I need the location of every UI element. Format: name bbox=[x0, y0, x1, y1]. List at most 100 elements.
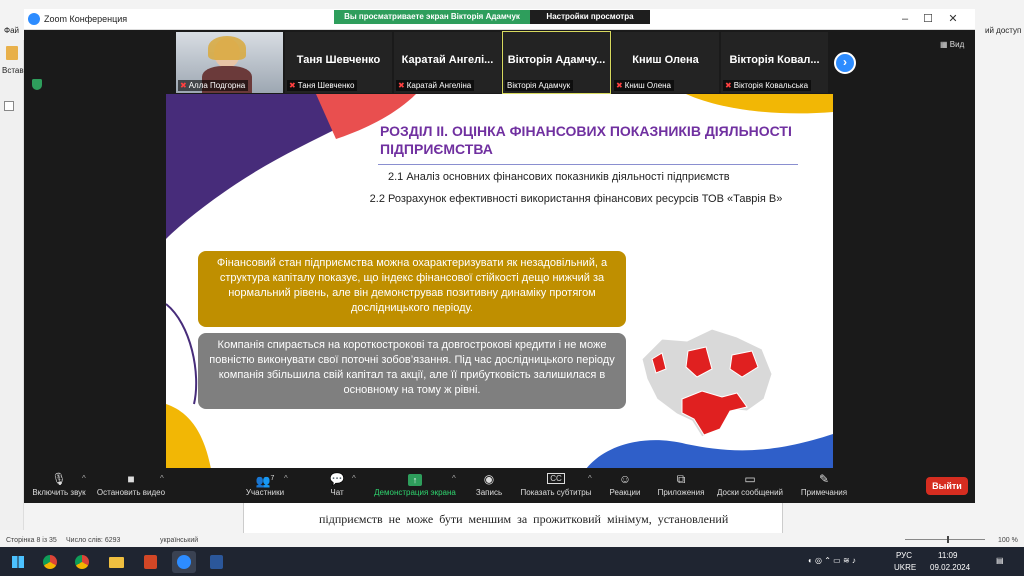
zoom-level[interactable]: 100 % bbox=[998, 537, 1018, 544]
participant-display-name: Таня Шевченко bbox=[296, 54, 381, 66]
audio-options-chevron-icon[interactable]: ^ bbox=[82, 474, 86, 483]
notifications-icon[interactable]: ▤ bbox=[996, 556, 1004, 565]
word-count[interactable]: Число слів: 6293 bbox=[66, 537, 120, 544]
share-chevron-icon[interactable]: ^ bbox=[452, 474, 456, 483]
apps-button[interactable]: ⧉ Приложения bbox=[654, 468, 708, 503]
zoom-slider[interactable] bbox=[905, 536, 985, 543]
language-status[interactable]: український bbox=[160, 537, 198, 544]
zoom-taskbar-icon[interactable] bbox=[172, 551, 196, 573]
mic-muted-icon: ✖ bbox=[725, 81, 732, 90]
powerpoint-icon[interactable] bbox=[138, 551, 162, 573]
captions-chevron-icon[interactable]: ^ bbox=[588, 474, 592, 483]
keyboard-layout[interactable]: UKRE bbox=[894, 563, 916, 572]
participant-name-tag: ✖ Алла Подгорна bbox=[178, 80, 249, 91]
paste-icon[interactable] bbox=[6, 46, 18, 60]
chat-icon: 💬 bbox=[329, 472, 345, 486]
blue-bottom-shape bbox=[586, 434, 833, 469]
financial-state-textbox: Фінансовий стан підприємства можна охара… bbox=[198, 251, 626, 327]
word-share-fragment[interactable]: ий доступ bbox=[985, 26, 1021, 35]
captions-button[interactable]: CC Показать субтитры bbox=[518, 468, 594, 503]
next-page-arrow-icon[interactable]: › bbox=[834, 52, 856, 74]
input-language[interactable]: РУС bbox=[896, 551, 912, 560]
ukraine-map bbox=[641, 328, 773, 438]
share-banner: Вы просматриваете экран Вікторія Адамчук… bbox=[334, 10, 650, 24]
video-options-chevron-icon[interactable]: ^ bbox=[160, 474, 164, 483]
document-text-line: підприємств не може бути меншим за прожи… bbox=[319, 512, 729, 526]
participant-display-name: Вікторія Ковал... bbox=[729, 54, 820, 66]
word-document-page[interactable]: підприємств не може бути меншим за прожи… bbox=[243, 503, 783, 533]
word-file-tab[interactable]: Фай bbox=[4, 26, 19, 35]
participant-tile[interactable]: Книш Олена ✖ Книш Олена bbox=[612, 32, 719, 93]
window-title: Zoom Конференция bbox=[44, 14, 128, 24]
record-icon: ◉ bbox=[483, 472, 495, 486]
zoom-window: Zoom Конференция Вы просматриваете экран… bbox=[24, 9, 975, 503]
reactions-button[interactable]: ☺ Реакции bbox=[606, 468, 644, 503]
participant-name-tag: Вікторія Адамчук bbox=[505, 80, 574, 91]
leave-button[interactable]: Выйти bbox=[926, 477, 968, 495]
meeting-toolbar: 🎙 Включить звук ^ ■ Остановить видео ^ 👥7 У… bbox=[24, 468, 975, 503]
share-screen-icon: ↑ bbox=[370, 472, 460, 486]
share-screen-button[interactable]: ↑ Демонстрация экрана bbox=[370, 468, 460, 503]
view-button[interactable]: ▦ Вид bbox=[940, 40, 964, 49]
credit-textbox: Компанія спирається на короткострокові т… bbox=[198, 333, 626, 409]
word-left-panel: Встав bbox=[0, 40, 24, 530]
participant-name-tag: ✖ Вікторія Ковальська bbox=[723, 80, 812, 91]
participant-tile[interactable]: Таня Шевченко ✖ Таня Шевченко bbox=[285, 32, 392, 93]
yellow-top-shape bbox=[686, 94, 833, 114]
word-right-panel bbox=[975, 40, 1024, 530]
maximize-icon[interactable]: ☐ bbox=[920, 12, 936, 26]
chrome-icon[interactable] bbox=[38, 551, 62, 573]
view-settings-button[interactable]: Настройки просмотра bbox=[530, 10, 650, 24]
subsection-2: 2.2 Розрахунок ефективності використання… bbox=[369, 193, 783, 205]
smiley-icon: ☺ bbox=[618, 472, 632, 486]
clock-time[interactable]: 11:09 bbox=[938, 551, 957, 560]
zoom-slider-thumb[interactable] bbox=[947, 536, 949, 543]
windows-taskbar: ◐ ◎ ⌃ ▭ ≋ ♪ РУС UKRE 11:09 09.02.2024 ▤ bbox=[0, 547, 1024, 576]
zoom-titlebar: Zoom Конференция Вы просматриваете экран… bbox=[24, 9, 975, 30]
yellow-bottom-shape bbox=[166, 404, 211, 469]
file-explorer-icon[interactable] bbox=[104, 551, 128, 573]
chat-chevron-icon[interactable]: ^ bbox=[352, 474, 356, 483]
mic-muted-icon: ✖ bbox=[398, 81, 405, 90]
windows-start-icon[interactable] bbox=[6, 551, 30, 573]
whiteboards-button[interactable]: ▭ Доски сообщений bbox=[714, 468, 786, 503]
chrome-profile-icon[interactable] bbox=[70, 551, 94, 573]
grid-icon: ▦ bbox=[940, 40, 950, 49]
word-paste-label: Встав bbox=[2, 66, 24, 75]
page-count[interactable]: Сторінка 8 із 35 bbox=[6, 537, 57, 544]
participants-chevron-icon[interactable]: ^ bbox=[284, 474, 288, 483]
word-icon[interactable] bbox=[204, 551, 228, 573]
participants-icon: 👥7 bbox=[255, 474, 275, 488]
record-button[interactable]: ◉ Запись bbox=[470, 468, 508, 503]
whiteboard-icon: ▭ bbox=[744, 472, 756, 486]
participant-tile[interactable]: Вікторія Ковал... ✖ Вікторія Ковальська bbox=[721, 32, 828, 93]
participant-tile-active[interactable]: Вікторія Адамчу... Вікторія Адамчук bbox=[502, 31, 611, 94]
participant-name-tag: ✖ Каратай Ангеліна bbox=[396, 80, 475, 91]
chat-button[interactable]: 💬 Чат bbox=[322, 468, 352, 503]
minimize-icon[interactable]: – bbox=[897, 12, 913, 26]
ruler-tab-icon[interactable] bbox=[4, 101, 14, 111]
participant-display-name: Книш Олена bbox=[632, 54, 699, 66]
security-shield-icon[interactable] bbox=[32, 79, 42, 90]
mic-muted-icon: ✖ bbox=[180, 81, 187, 90]
unmute-button[interactable]: 🎙 Включить звук bbox=[28, 468, 90, 503]
participant-display-name: Вікторія Адамчу... bbox=[507, 54, 606, 66]
word-status-bar: Сторінка 8 із 35 Число слів: 6293 україн… bbox=[0, 534, 1024, 547]
stop-video-button[interactable]: ■ Остановить видео bbox=[94, 468, 168, 503]
camera-icon: ■ bbox=[127, 472, 135, 486]
participant-tile[interactable]: ✖ Алла Подгорна bbox=[176, 32, 283, 93]
apps-icon: ⧉ bbox=[676, 472, 686, 486]
participant-strip: ✖ Алла Подгорна Таня Шевченко ✖ Таня Шевче… bbox=[24, 31, 975, 97]
close-icon[interactable]: ✕ bbox=[945, 12, 961, 26]
zoom-logo-icon bbox=[28, 13, 40, 25]
viewing-screen-label: Вы просматриваете экран Вікторія Адамчук bbox=[334, 10, 530, 24]
participants-button[interactable]: 👥7 Участники bbox=[240, 468, 290, 503]
mic-muted-icon: ✖ bbox=[616, 81, 623, 90]
clock-date[interactable]: 09.02.2024 bbox=[930, 563, 970, 572]
notes-button[interactable]: ✎ Примечания bbox=[796, 468, 852, 503]
captions-icon: CC bbox=[518, 472, 594, 486]
outline-arc bbox=[166, 303, 198, 405]
tray-app-icons[interactable]: ◐ ◎ ⌃ ▭ ≋ ♪ bbox=[808, 556, 856, 565]
map-region-highlight bbox=[681, 390, 748, 436]
participant-tile[interactable]: Каратай Ангелі... ✖ Каратай Ангеліна bbox=[394, 32, 501, 93]
